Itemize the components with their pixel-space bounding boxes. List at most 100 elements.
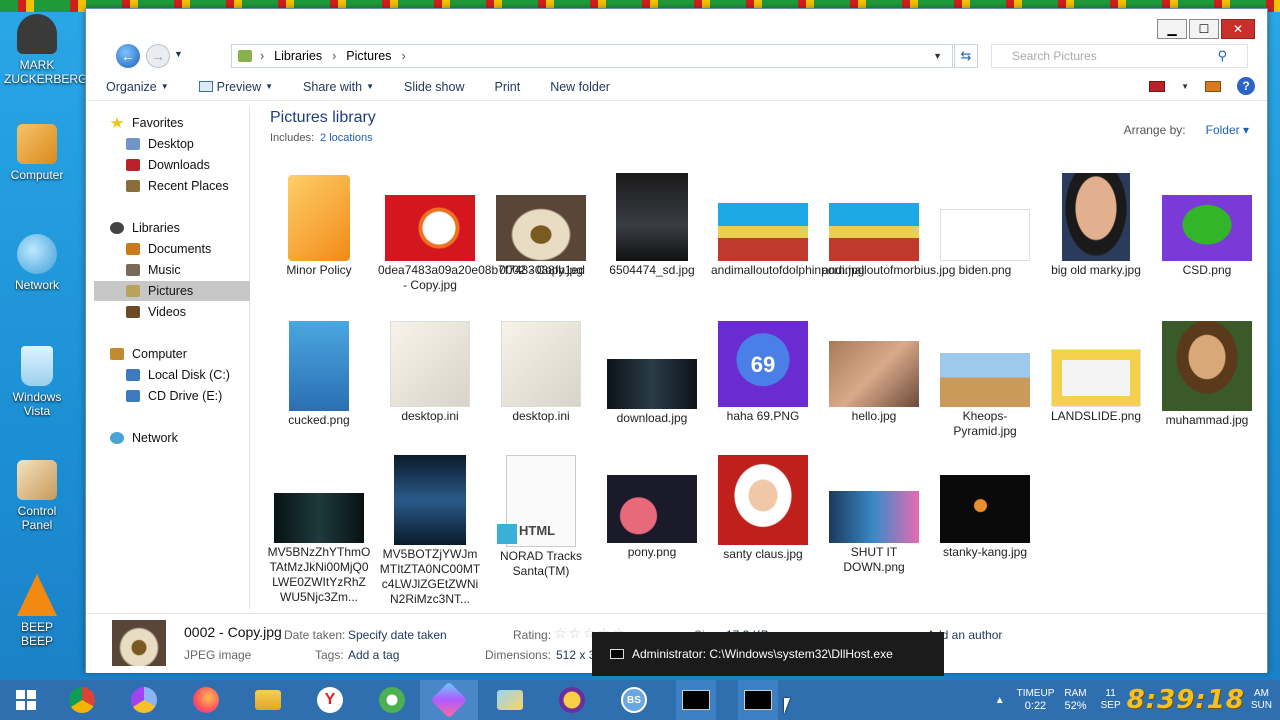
sidebar-item-documents[interactable]: Documents [126,239,211,259]
bs-icon: BS [621,687,647,713]
sidebar-item-computer[interactable]: Computer [110,344,187,364]
settings-file-icon [390,321,470,407]
file-tile-hello[interactable]: hello.jpg [822,321,926,424]
minimize-button[interactable]: ▁ [1157,19,1187,39]
file-tile-pony[interactable]: pony.png [600,455,704,560]
file-tile-minor-policy[interactable]: Minor Policy [267,173,371,278]
file-tile-6504474-sd[interactable]: 6504474_sd.jpg [600,173,704,278]
sidebar-item-libraries[interactable]: Libraries [110,218,180,238]
recent-pages-chevron-icon[interactable]: ▼ [174,49,183,59]
taskbar-yahoo[interactable] [552,680,592,720]
desktop-icon-control-panel[interactable]: Control Panel [4,460,70,532]
file-tile-mv5bot[interactable]: MV5BOTZjYWJmMTItZTA0NC00MTc4LWJlZGEtZWNi… [378,455,482,607]
image-thumbnail [718,203,808,261]
taskbar-yandex[interactable]: Y [310,680,350,720]
file-tile-andimalloutofmorbius[interactable]: andimalloutofmorbius.jpg [822,173,955,278]
file-tile-biden[interactable]: biden.png [933,173,1037,278]
desktop-icon-computer[interactable]: Computer [4,124,70,182]
taskbar-app[interactable] [372,680,412,720]
taskbar-folder[interactable] [490,680,530,720]
library-title: Pictures library [270,109,376,126]
chevron-down-icon[interactable]: ▼ [1181,82,1189,91]
sidebar-item-favorites[interactable]: Favorites [110,113,183,133]
back-button[interactable]: ← [116,44,140,68]
breadcrumb-separator-icon: › [332,49,337,63]
tags-field[interactable]: Add a tag [348,648,399,662]
sidebar-item-network[interactable]: Network [110,428,178,448]
sidebar-item-downloads[interactable]: Downloads [126,155,210,175]
image-thumbnail [1062,173,1130,261]
file-tile-cucked[interactable]: cucked.png [267,321,371,428]
star-icon [110,117,124,128]
file-tile-download[interactable]: download.jpg [600,321,704,426]
maximize-button[interactable]: ☐ [1189,19,1219,39]
file-tile-muhammad[interactable]: muhammad.jpg [1155,321,1259,428]
sidebar-item-videos[interactable]: Videos [126,302,186,322]
arrange-by-dropdown[interactable]: Folder ▾ [1196,123,1249,137]
file-tile-stanky-kang[interactable]: stanky-kang.jpg [933,455,1037,560]
taskbar-chrome[interactable] [62,680,102,720]
folder-icon [288,175,350,261]
date-taken-field[interactable]: Specify date taken [348,628,447,642]
taskbar-file-explorer[interactable] [248,680,288,720]
share-with-menu[interactable]: Share with ▼ [303,80,374,94]
address-bar[interactable]: › Libraries › Pictures › ▼ [231,44,953,68]
taskbar-cmd-1[interactable] [676,680,716,720]
drive-icon [126,369,140,381]
file-tile-andimalloutofdolphinporn[interactable]: andimalloutofdolphinporn.jpg [711,173,864,278]
file-tile-0002-copy[interactable]: 0002 - Copy.jpg [487,167,593,283]
show-hidden-icons-icon[interactable]: ▲ [995,695,1005,706]
includes-locations-link[interactable]: 2 locations [320,132,373,144]
file-tile-santy-claus[interactable]: santy claus.jpg [711,455,815,562]
change-view-icon[interactable] [1149,80,1166,92]
sidebar-item-recent-places[interactable]: Recent Places [126,176,229,196]
file-tile-mv5bnz[interactable]: MV5BNzZhYThmOTAtMzJkNi00MjQ0LWE0ZWItYzRh… [267,455,371,605]
file-tile-kheops-pyramid[interactable]: Kheops-Pyramid.jpg [933,321,1037,439]
print-button[interactable]: Print [494,80,520,94]
file-tile-big-old-marky[interactable]: big old marky.jpg [1044,173,1148,278]
file-tile-0dea[interactable]: 0dea7483a09a20e08b7f7483088fb1ed - Copy.… [378,173,585,293]
desktop-icon-network[interactable]: Network [4,234,70,292]
start-button[interactable] [0,680,52,720]
file-tile-landslide[interactable]: LANDSLIDE.png [1044,321,1148,424]
forward-button[interactable]: → [146,44,170,68]
file-tile-desktop-ini-2[interactable]: desktop.ini [489,321,593,424]
file-tile-shut-it-down[interactable]: SHUT IT DOWN.png [822,455,926,575]
help-icon[interactable]: ? [1237,77,1255,95]
search-input[interactable]: Search Pictures ⚲ [991,44,1248,68]
sidebar-item-pictures[interactable]: Pictures [94,281,250,301]
digital-clock[interactable]: 8:39:18 [1127,685,1245,715]
address-dropdown-icon[interactable]: ▼ [933,51,942,61]
preview-menu[interactable]: Preview ▼ [198,80,273,94]
taskbar-cmd-2[interactable] [738,680,778,720]
breadcrumb-libraries[interactable]: Libraries [274,49,322,63]
image-thumbnail [274,493,364,543]
refresh-button[interactable]: ⇆ [954,44,978,68]
organize-menu[interactable]: Organize ▼ [106,80,169,94]
breadcrumb-pictures[interactable]: Pictures [346,49,391,63]
close-button[interactable]: ✕ [1221,19,1255,39]
file-tile-csd[interactable]: CSD.png [1155,173,1259,278]
desktop-icon-mark-zuckerberg[interactable]: MARK ZUCKERBERG [4,14,87,86]
file-tile-norad-tracks-santa[interactable]: HTML NORAD Tracks Santa(TM) [489,455,593,579]
taskbar-chromium[interactable] [124,680,164,720]
desktop-icon-beep-beep[interactable]: BEEP BEEP [4,574,70,648]
explorer-icon [255,690,281,710]
taskbar-bs[interactable]: BS [614,680,654,720]
new-folder-button[interactable]: New folder [550,80,610,94]
desktop-icon-windows-vista[interactable]: Windows Vista [4,346,70,418]
taskbar-thumbnail-tooltip[interactable]: Administrator: C:\Windows\system32\DllHo… [592,632,944,676]
image-thumbnail [289,321,349,411]
console-window-icon [610,649,624,659]
taskbar-prism[interactable] [420,680,478,720]
sidebar-item-local-disk[interactable]: Local Disk (C:) [126,365,230,385]
file-tile-desktop-ini-1[interactable]: desktop.ini [378,321,482,424]
sidebar-item-cd-drive[interactable]: CD Drive (E:) [126,386,222,406]
taskbar-firefox[interactable] [186,680,226,720]
slide-show-button[interactable]: Slide show [404,80,464,94]
preview-pane-icon[interactable] [1205,80,1221,92]
share-with-label: Share with [303,79,363,94]
sidebar-item-desktop[interactable]: Desktop [126,134,194,154]
sidebar-item-music[interactable]: Music [126,260,181,280]
file-tile-haha-69[interactable]: 69 haha 69.PNG [711,321,815,424]
